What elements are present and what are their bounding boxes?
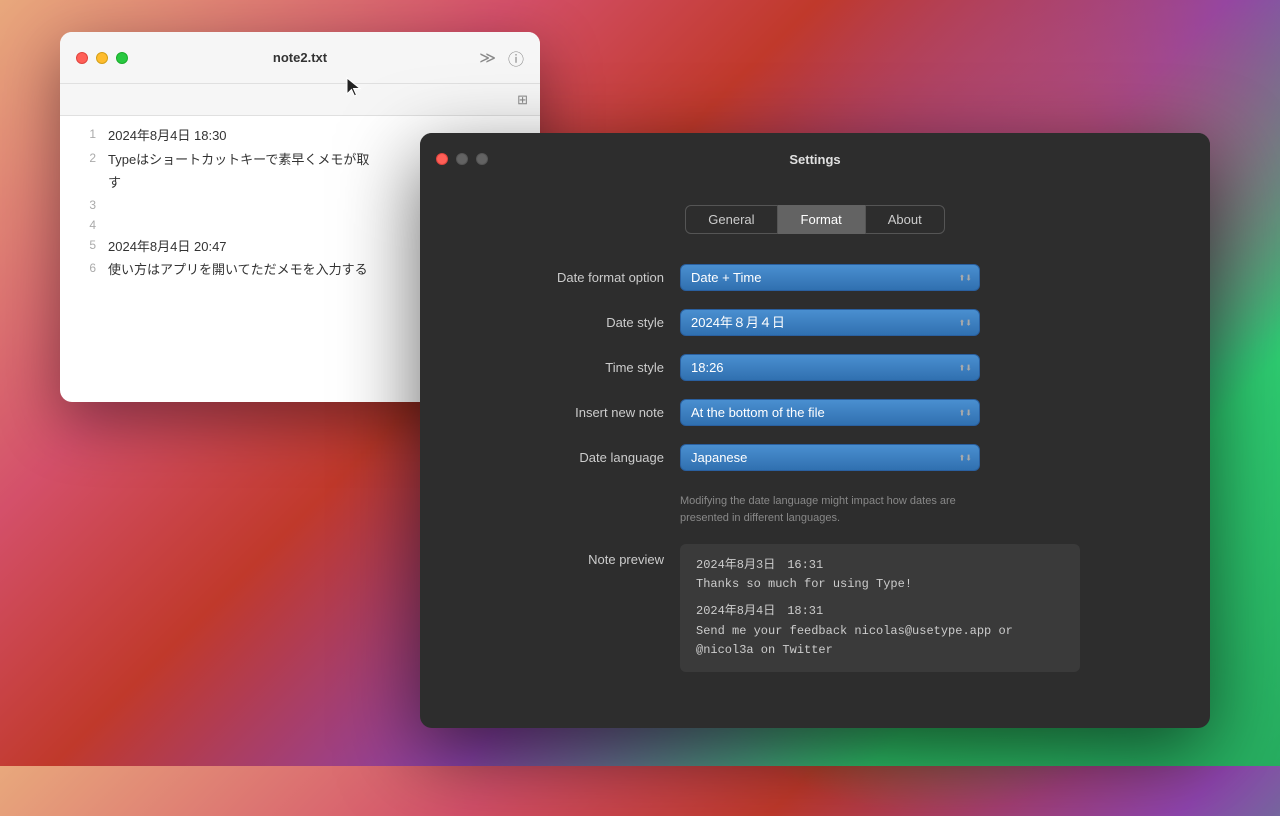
line-number: 4 xyxy=(72,217,96,232)
settings-maximize-button[interactable] xyxy=(476,153,488,165)
note-window-title: note2.txt xyxy=(273,50,327,65)
date-language-row: Date language Japanese English French Ge… xyxy=(460,444,1170,471)
time-style-select-wrapper: 18:26 6:26 PM xyxy=(680,354,980,381)
insert-new-note-control: At the bottom of the file At the top of … xyxy=(680,399,980,426)
layout-icon[interactable]: ⊞ xyxy=(517,92,528,108)
settings-titlebar: Settings xyxy=(420,133,1210,185)
date-language-control: Japanese English French German xyxy=(680,444,980,471)
settings-traffic-lights xyxy=(436,153,488,165)
date-format-row: Date format option Date + Time Date only… xyxy=(460,264,1170,291)
tab-bar: General Format About xyxy=(460,205,1170,234)
language-hint-control: Modifying the date language might impact… xyxy=(680,489,980,526)
date-style-row: Date style 2024年８月４日 2024/8/4 Aug 4, 202… xyxy=(460,309,1170,336)
preview-line-1: 2024年8月3日 16:31 xyxy=(696,556,1064,575)
preview-line-2: Thanks so much for using Type! xyxy=(696,575,1064,594)
date-language-label: Date language xyxy=(460,450,680,465)
settings-minimize-button[interactable] xyxy=(456,153,468,165)
line-number: 2 xyxy=(72,150,96,165)
line-number: 5 xyxy=(72,237,96,252)
date-format-control: Date + Time Date only Time only xyxy=(680,264,980,291)
settings-body: General Format About Date format option … xyxy=(420,185,1210,702)
date-format-select-wrapper: Date + Time Date only Time only xyxy=(680,264,980,291)
note-toolbar-icons: ≫ ⓘ xyxy=(479,46,524,70)
minimize-button[interactable] xyxy=(96,52,108,64)
settings-window-title: Settings xyxy=(789,152,840,167)
date-style-label: Date style xyxy=(460,315,680,330)
line-number: 1 xyxy=(72,126,96,141)
language-hint-row: Modifying the date language might impact… xyxy=(460,489,1170,526)
insert-new-note-label: Insert new note xyxy=(460,405,680,420)
traffic-lights xyxy=(76,52,128,64)
time-style-label: Time style xyxy=(460,360,680,375)
preview-line-5: @nicol3a on Twitter xyxy=(696,641,1064,660)
close-button[interactable] xyxy=(76,52,88,64)
line-number: 3 xyxy=(72,197,96,212)
line-text: 2024年8月4日 20:47 xyxy=(108,237,227,257)
info-icon[interactable]: ⓘ xyxy=(508,46,524,70)
line-text: Typeはショートカットキーで素早くメモが取 xyxy=(108,150,369,170)
chevron-right-icon[interactable]: ≫ xyxy=(479,48,496,68)
line-number: 6 xyxy=(72,260,96,275)
note-toolbar2: ⊞ xyxy=(60,84,540,116)
insert-new-note-select[interactable]: At the bottom of the file At the top of … xyxy=(680,399,980,426)
tab-general[interactable]: General xyxy=(685,205,777,234)
settings-window: Settings General Format About Date forma… xyxy=(420,133,1210,728)
date-language-select[interactable]: Japanese English French German xyxy=(680,444,980,471)
note-preview-row: Note preview 2024年8月3日 16:31 Thanks so m… xyxy=(460,544,1170,672)
preview-line-3: 2024年8月4日 18:31 xyxy=(696,602,1064,621)
note-titlebar: note2.txt ≫ ⓘ xyxy=(60,32,540,84)
line-text: す xyxy=(108,173,121,193)
date-format-label: Date format option xyxy=(460,270,680,285)
line-number xyxy=(72,173,96,174)
insert-new-note-select-wrapper: At the bottom of the file At the top of … xyxy=(680,399,980,426)
maximize-button[interactable] xyxy=(116,52,128,64)
date-style-control: 2024年８月４日 2024/8/4 Aug 4, 2024 xyxy=(680,309,980,336)
preview-line-4: Send me your feedback nicolas@usetype.ap… xyxy=(696,622,1064,641)
tab-about[interactable]: About xyxy=(865,205,945,234)
insert-new-note-row: Insert new note At the bottom of the fil… xyxy=(460,399,1170,426)
time-style-row: Time style 18:26 6:26 PM xyxy=(460,354,1170,381)
time-style-control: 18:26 6:26 PM xyxy=(680,354,980,381)
note-preview-label: Note preview xyxy=(460,544,680,567)
date-language-select-wrapper: Japanese English French German xyxy=(680,444,980,471)
preview-spacer xyxy=(696,594,1064,602)
note-preview-box: 2024年8月3日 16:31 Thanks so much for using… xyxy=(680,544,1080,672)
date-format-select[interactable]: Date + Time Date only Time only xyxy=(680,264,980,291)
date-style-select[interactable]: 2024年８月４日 2024/8/4 Aug 4, 2024 xyxy=(680,309,980,336)
date-style-select-wrapper: 2024年８月４日 2024/8/4 Aug 4, 2024 xyxy=(680,309,980,336)
line-text: 使い方はアプリを開いてただメモを入力する xyxy=(108,260,368,280)
tab-format[interactable]: Format xyxy=(778,205,865,234)
line-text: 2024年8月4日 18:30 xyxy=(108,126,227,146)
language-hint-text: Modifying the date language might impact… xyxy=(680,493,980,526)
settings-close-button[interactable] xyxy=(436,153,448,165)
time-style-select[interactable]: 18:26 6:26 PM xyxy=(680,354,980,381)
